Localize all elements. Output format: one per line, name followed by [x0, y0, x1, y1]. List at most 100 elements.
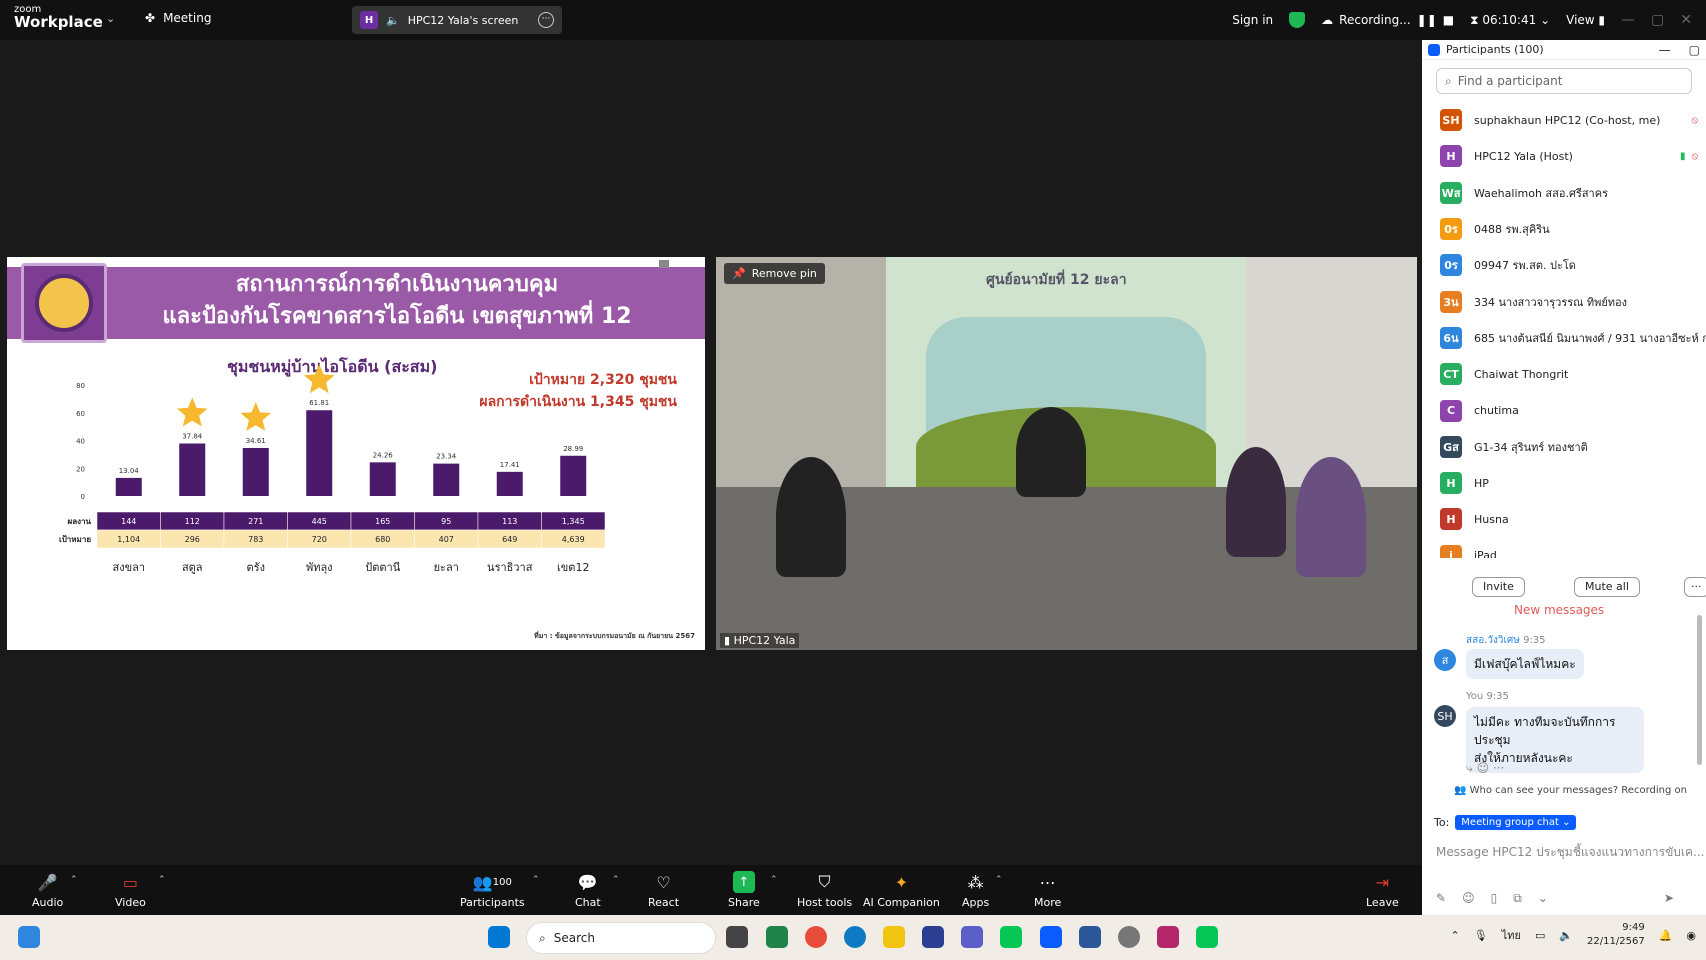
- word-icon[interactable]: [1079, 926, 1101, 948]
- pin-icon: 📌: [732, 267, 746, 280]
- reply-icon[interactable]: ⤷: [1466, 761, 1473, 775]
- share-button[interactable]: ↑ Share: [728, 871, 760, 909]
- minimize-icon[interactable]: —: [1621, 12, 1635, 28]
- new-messages-divider[interactable]: New messages: [1514, 603, 1604, 617]
- participant-row[interactable]: Wส Waehalimoh สสอ.ศรีสาคร: [1422, 175, 1706, 211]
- meeting-toolbar: 🎤 Audio ⌃ ▭ Video ⌃ 👥 100 Participants ⌃…: [0, 865, 1422, 915]
- who-can-see-link[interactable]: 👥 Who can see your messages? Recording o…: [1454, 785, 1687, 796]
- apps-label: Apps: [962, 896, 990, 909]
- file-explorer-icon[interactable]: [883, 926, 905, 948]
- format-icon[interactable]: ✎: [1436, 891, 1446, 906]
- more-icon[interactable]: ···: [1493, 761, 1504, 775]
- view-button[interactable]: View ▮: [1566, 13, 1605, 27]
- recipient-dropdown[interactable]: Meeting group chat ⌄: [1455, 815, 1577, 830]
- screenshot-icon[interactable]: ⧉: [1513, 891, 1522, 906]
- chat-options-caret[interactable]: ⌃: [612, 875, 620, 885]
- chat-scrollbar[interactable]: [1697, 615, 1702, 765]
- security-shield-icon[interactable]: [1289, 12, 1306, 28]
- network-icon[interactable]: ▭: [1535, 929, 1545, 942]
- copilot-icon[interactable]: ◉: [1686, 929, 1696, 942]
- notification-icon[interactable]: 🔔: [1659, 929, 1673, 942]
- participant-row[interactable]: i iPad: [1422, 538, 1706, 558]
- taskbar-search[interactable]: ⌕ Search: [526, 922, 716, 954]
- volume-icon[interactable]: 🔈: [1559, 929, 1573, 942]
- edge-icon[interactable]: [844, 926, 866, 948]
- more-options-button[interactable]: ···: [1684, 577, 1706, 597]
- apps-button[interactable]: ⁂ Apps: [962, 871, 990, 910]
- settings-icon[interactable]: [1118, 926, 1140, 948]
- task-view-icon[interactable]: [726, 926, 748, 948]
- minimize-panel-icon[interactable]: —: [1659, 43, 1671, 57]
- chat-message-input[interactable]: Message HPC12 ประชุมชี้แจงแนวทางการขับเค…: [1436, 843, 1705, 862]
- y-tick-label: 40: [76, 438, 85, 446]
- recording-indicator[interactable]: ☁ Recording... ❚❚ ■: [1321, 13, 1454, 27]
- react-button[interactable]: ♡ React: [648, 871, 679, 910]
- find-participant-input[interactable]: ⌕ Find a participant: [1436, 68, 1692, 94]
- language-indicator[interactable]: ไทย: [1502, 926, 1521, 944]
- widgets-icon[interactable]: [18, 926, 40, 948]
- to-label: To:: [1434, 816, 1450, 829]
- emoji-reaction-icon[interactable]: ☺: [1477, 761, 1490, 775]
- sign-in-link[interactable]: Sign in: [1232, 13, 1273, 27]
- more-options-icon[interactable]: ···: [538, 12, 554, 28]
- video-options-caret[interactable]: ⌃: [158, 875, 166, 885]
- invite-button[interactable]: Invite: [1472, 577, 1525, 597]
- chevron-down-icon[interactable]: ⌄: [106, 12, 115, 25]
- more-button[interactable]: ⋯ More: [1034, 871, 1061, 910]
- participant-row[interactable]: SH suphakhaun HPC12 (Co-host, me) ⦸: [1422, 102, 1706, 138]
- participants-options-caret[interactable]: ⌃: [532, 875, 540, 885]
- top-right-controls: Sign in ☁ Recording... ❚❚ ■ ⧗ 06:10:41 ⌄…: [1232, 0, 1706, 40]
- close-icon[interactable]: ✕: [1680, 12, 1692, 28]
- app-icon[interactable]: [766, 926, 788, 948]
- chevron-down-icon[interactable]: ⌄: [1538, 891, 1548, 906]
- participant-row[interactable]: 3น 334 นางสาวจารุวรรณ ทิพย์ทอง: [1422, 283, 1706, 319]
- start-icon[interactable]: [488, 926, 510, 948]
- clock[interactable]: 9:49 22/11/2567: [1587, 921, 1645, 949]
- meeting-button[interactable]: ✤ Meeting: [145, 11, 211, 25]
- chevron-up-icon[interactable]: ⌃: [1451, 929, 1460, 942]
- ai-companion-button[interactable]: ✦ AI Companion: [863, 871, 940, 910]
- audio-options-caret[interactable]: ⌃: [70, 875, 78, 885]
- chrome-icon[interactable]: [805, 926, 827, 948]
- stop-icon[interactable]: ■: [1443, 13, 1454, 27]
- pinned-video[interactable]: ศูนย์อนามัยที่ 12 ยะลา 📌 Remove pin ▮ HP…: [716, 257, 1417, 650]
- video-button[interactable]: ▭ Video: [115, 871, 146, 910]
- participants-button[interactable]: 👥 100 Participants: [460, 871, 525, 910]
- screen-share-pill[interactable]: H 🔈 HPC12 Yala's screen ···: [352, 6, 562, 34]
- app-icon[interactable]: [1157, 926, 1179, 948]
- audio-button[interactable]: 🎤 Audio: [32, 871, 63, 910]
- remove-pin-button[interactable]: 📌 Remove pin: [724, 263, 825, 284]
- line-icon[interactable]: [1000, 926, 1022, 948]
- zoom-taskbar-icon[interactable]: [1040, 926, 1062, 948]
- share-options-caret[interactable]: ⌃: [770, 875, 778, 885]
- participant-row[interactable]: 0ร 0488 รพ.สุคิริน: [1422, 211, 1706, 247]
- host-tools-button[interactable]: ⛉ Host tools: [797, 871, 852, 909]
- leave-button[interactable]: ⇥ Leave: [1366, 871, 1399, 910]
- participant-row[interactable]: H Husna: [1422, 501, 1706, 537]
- mute-all-button[interactable]: Mute all: [1574, 577, 1640, 597]
- teams-icon[interactable]: [961, 926, 983, 948]
- message-bubble[interactable]: มีเฟสบุ๊คไลฟ์ไหมคะ: [1466, 649, 1584, 679]
- participant-row[interactable]: H HP: [1422, 465, 1706, 501]
- emoji-icon[interactable]: ☺: [1462, 891, 1475, 906]
- participant-row[interactable]: Cchutima: [1422, 392, 1706, 428]
- mic-icon[interactable]: 🎙: [1474, 929, 1488, 942]
- chat-button[interactable]: 💬 Chat: [575, 871, 601, 910]
- timer[interactable]: ⧗ 06:10:41 ⌄: [1470, 13, 1550, 28]
- send-icon[interactable]: ➤: [1664, 891, 1674, 906]
- participant-row[interactable]: H HPC12 Yala (Host) ▮ ⦸: [1422, 138, 1706, 174]
- popout-panel-icon[interactable]: ▢: [1689, 43, 1700, 57]
- file-icon[interactable]: ▯: [1491, 891, 1498, 906]
- participant-row[interactable]: Gส G1-34 สุรินทร์ ทองชาติ: [1422, 429, 1706, 465]
- participant-row[interactable]: CT Chaiwat Thongrit: [1422, 356, 1706, 392]
- participant-row[interactable]: 0ร 09947 รพ.สต. ปะโด: [1422, 247, 1706, 283]
- message-avatar: ส: [1434, 649, 1456, 671]
- line-icon[interactable]: [1196, 926, 1218, 948]
- pause-icon[interactable]: ❚❚: [1417, 13, 1437, 27]
- maximize-icon[interactable]: ▢: [1651, 12, 1664, 28]
- apps-options-caret[interactable]: ⌃: [995, 875, 1003, 885]
- store-icon[interactable]: [922, 926, 944, 948]
- participants-icon: 👥 100: [472, 872, 512, 892]
- participant-row[interactable]: 6น 685 นางต้นสนีย์ นิมนาพงศ์ / 931 นางอาอ…: [1422, 320, 1706, 356]
- table-row-label: เป้าหมาย: [59, 534, 91, 544]
